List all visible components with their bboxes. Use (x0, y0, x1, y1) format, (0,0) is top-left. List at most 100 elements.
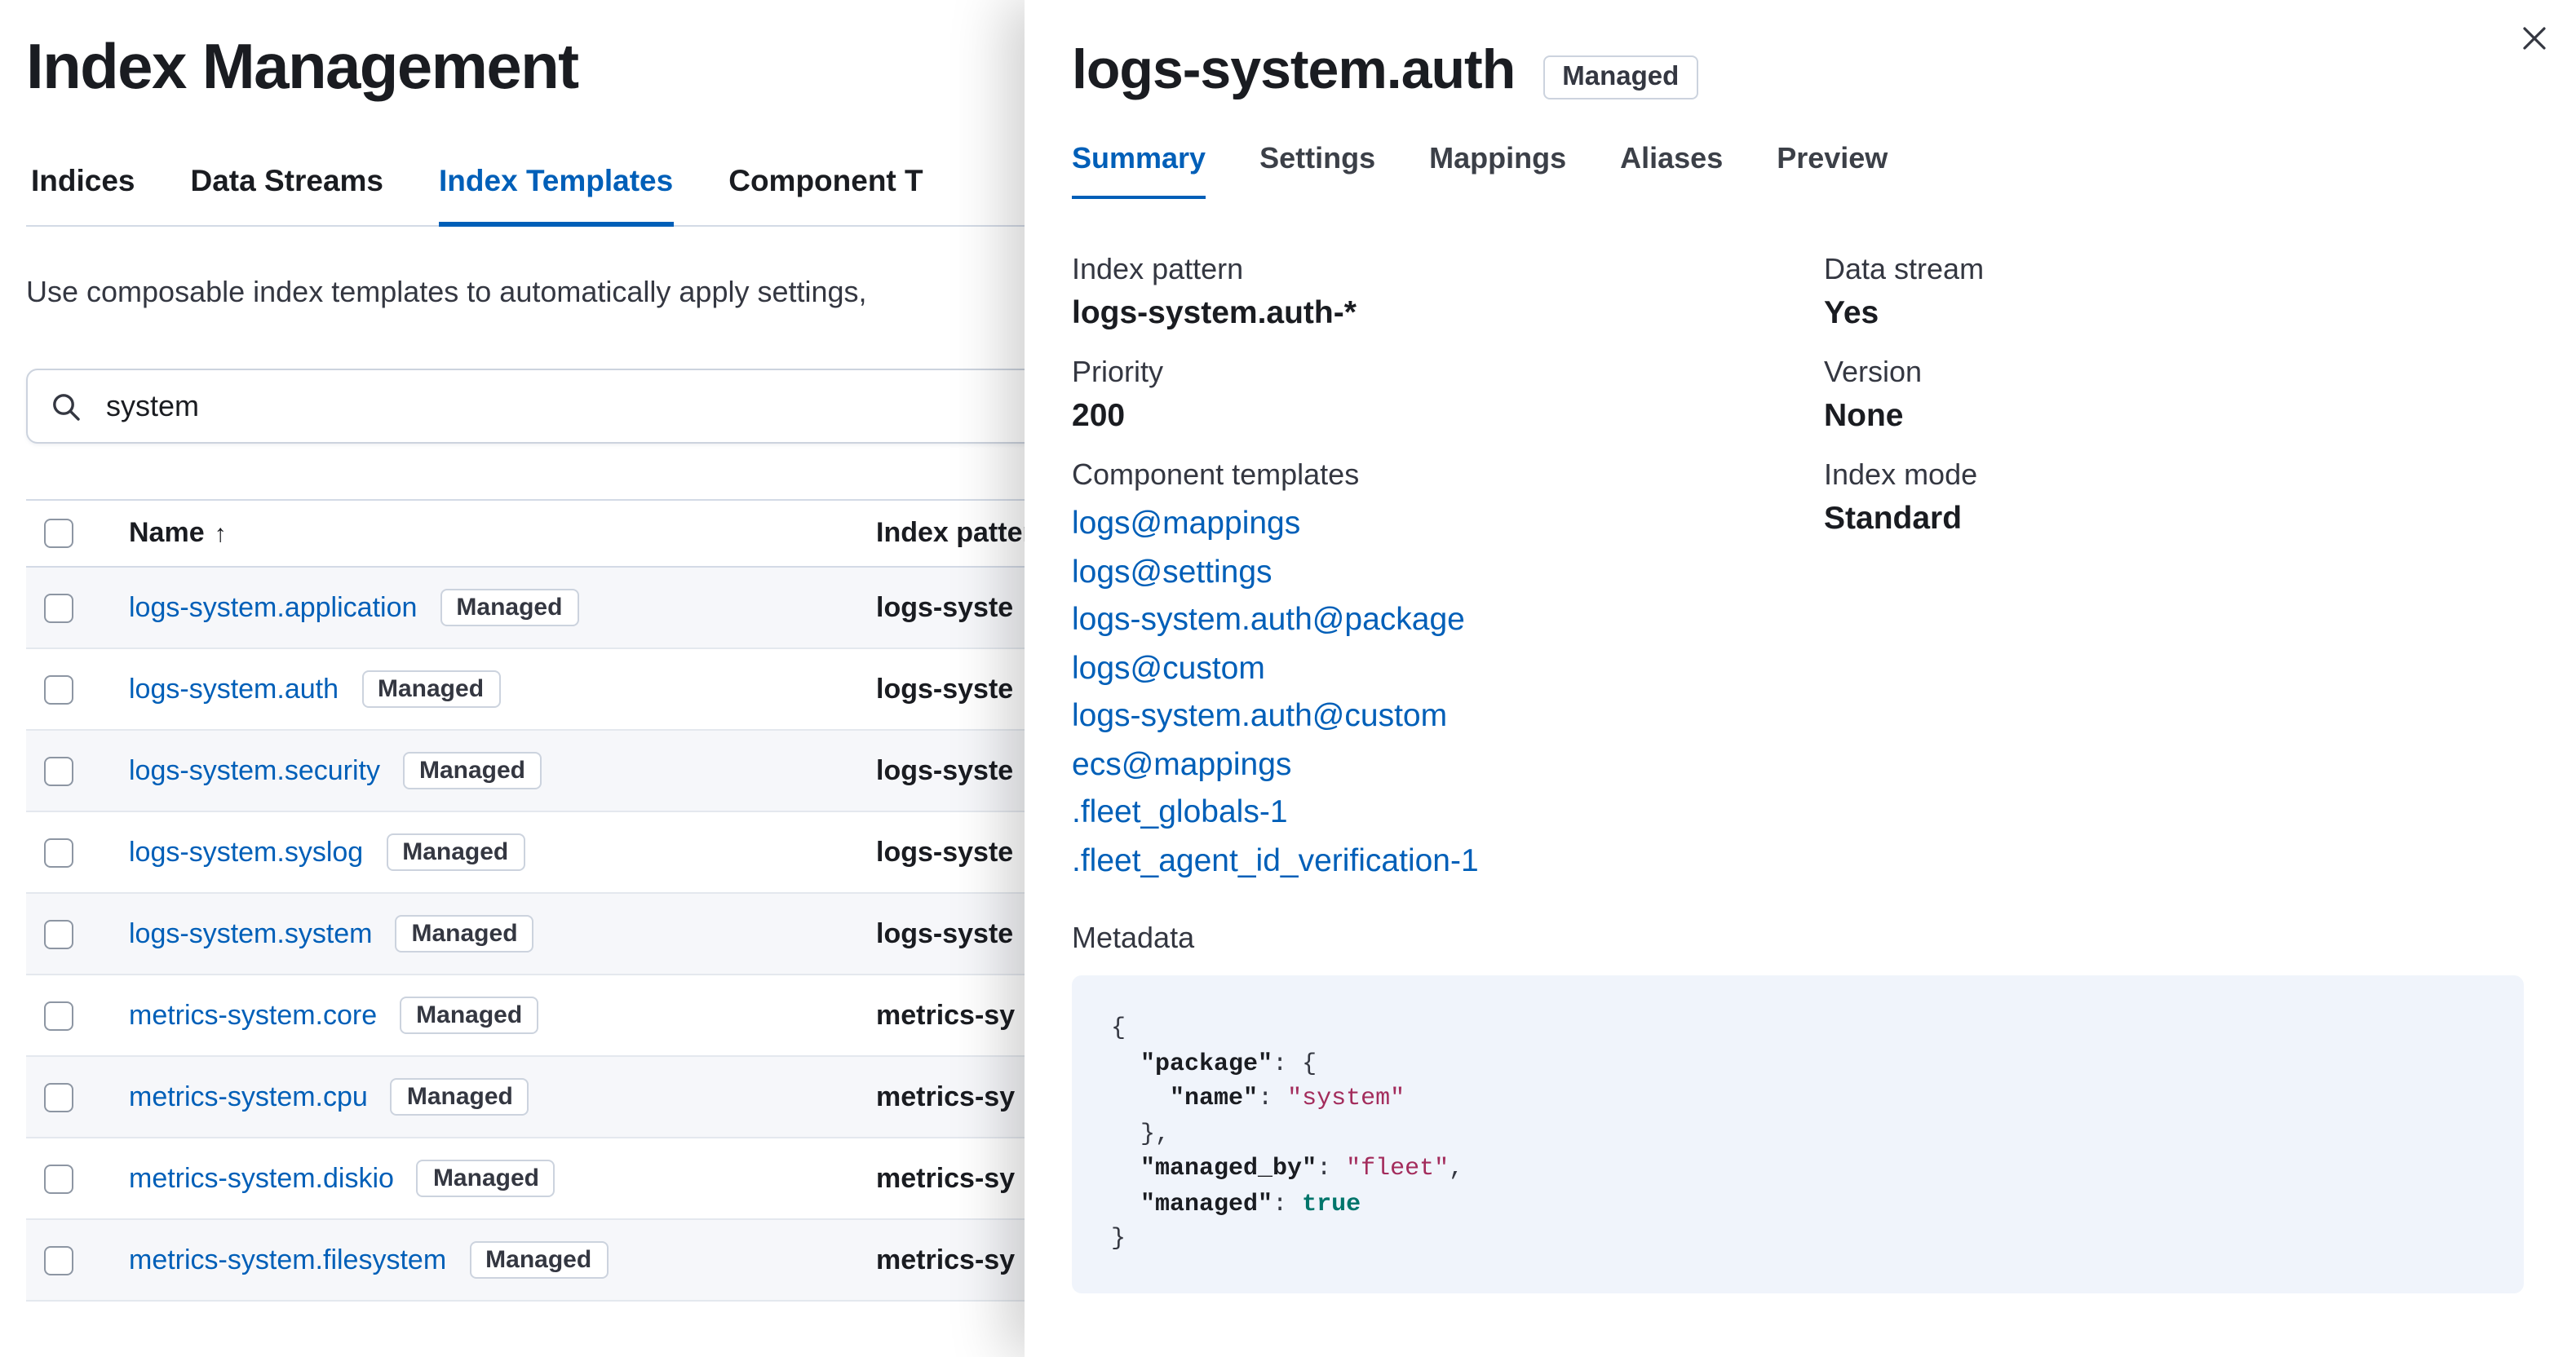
code-line: } (1111, 1222, 2485, 1257)
flyout-tabs: Summary Settings Mappings Aliases Previe… (1072, 142, 2524, 199)
tab-component-templates[interactable]: Component T (728, 163, 923, 225)
code-token: : (1317, 1155, 1347, 1182)
row-checkbox[interactable] (44, 1001, 73, 1030)
index-pattern-value: logs-system.auth-* (1072, 295, 1357, 331)
managed-badge: Managed (469, 1241, 609, 1279)
row-checkbox[interactable] (44, 674, 73, 704)
code-token: } (1111, 1225, 1126, 1253)
code-line: "managed_by": "fleet", (1111, 1151, 2485, 1187)
component-templates-field: Component templates logs@mappings logs@se… (1072, 458, 1824, 886)
priority-field: Priority 200 (1072, 356, 1824, 435)
code-token: : (1273, 1190, 1303, 1218)
index-management-screen: Index Management Indices Data Streams In… (0, 0, 2576, 1357)
priority-label: Priority (1072, 356, 1164, 388)
data-stream-value: Yes (1824, 295, 1879, 331)
template-name-link[interactable]: logs-system.auth (129, 673, 339, 705)
template-name-link[interactable]: metrics-system.diskio (129, 1162, 394, 1195)
summary-left-column: Index pattern logs-system.auth-* Priorit… (1072, 253, 1824, 908)
row-checkbox[interactable] (44, 1164, 73, 1193)
flyout-tab-summary[interactable]: Summary (1072, 142, 1206, 199)
index-mode-label: Index mode (1824, 458, 1978, 491)
flyout-tab-mappings[interactable]: Mappings (1429, 142, 1566, 199)
data-stream-label: Data stream (1824, 253, 1985, 285)
row-checkbox[interactable] (44, 1245, 73, 1275)
index-mode-value: Standard (1824, 501, 1963, 537)
managed-badge: Managed (440, 589, 579, 626)
template-details-flyout: logs-system.auth Managed Summary Setting… (1025, 0, 2576, 1357)
version-value: None (1824, 398, 1904, 434)
managed-badge: Managed (402, 752, 542, 789)
component-template-link[interactable]: logs@custom (1072, 645, 1824, 693)
row-checkbox[interactable] (44, 838, 73, 867)
flyout-title: logs-system.auth (1072, 39, 1516, 101)
code-token: "fleet" (1346, 1155, 1450, 1182)
flyout-tab-aliases[interactable]: Aliases (1620, 142, 1723, 199)
index-mode-field: Index mode Standard (1824, 458, 2524, 538)
code-token: "managed_by" (1140, 1155, 1317, 1182)
template-name-link[interactable]: metrics-system.filesystem (129, 1244, 446, 1276)
index-pattern-field: Index pattern logs-system.auth-* (1072, 253, 1824, 333)
tab-data-streams[interactable]: Data Streams (191, 163, 384, 225)
row-checkbox[interactable] (44, 919, 73, 948)
managed-badge: Managed (361, 670, 501, 708)
version-field: Version None (1824, 356, 2524, 435)
data-stream-field: Data stream Yes (1824, 253, 2524, 333)
managed-badge: Managed (400, 997, 539, 1034)
flyout-tab-preview[interactable]: Preview (1777, 142, 1888, 199)
code-line: "name": "system" (1111, 1081, 2485, 1116)
component-template-link[interactable]: logs-system.auth@package (1072, 597, 1824, 645)
code-line: { (1111, 1011, 2485, 1046)
component-template-link[interactable]: logs@settings (1072, 549, 1824, 597)
managed-badge: Managed (416, 1160, 555, 1197)
row-checkbox[interactable] (44, 593, 73, 622)
priority-value: 200 (1072, 398, 1126, 434)
index-patterns-column-header[interactable]: Index patter (876, 517, 1033, 548)
summary-right-column: Data stream Yes Version None Index mode … (1824, 253, 2524, 908)
template-name-link[interactable]: logs-system.application (129, 591, 417, 624)
row-checkbox[interactable] (44, 1082, 73, 1112)
code-token: "name" (1170, 1085, 1259, 1112)
row-checkbox[interactable] (44, 756, 73, 785)
code-line: "managed": true (1111, 1187, 2485, 1222)
tab-indices[interactable]: Indices (31, 163, 135, 225)
code-line: }, (1111, 1116, 2485, 1151)
template-name-link[interactable]: logs-system.syslog (129, 836, 363, 869)
code-token: "system" (1287, 1085, 1405, 1112)
metadata-label: Metadata (1072, 922, 1195, 954)
managed-badge: Managed (386, 833, 525, 871)
metadata-code-block: { "package": { "name": "system" }, "mana… (1072, 975, 2524, 1293)
template-name-link[interactable]: metrics-system.core (129, 999, 377, 1032)
metadata-section: Metadata { "package": { "name": "system"… (1072, 922, 2524, 1293)
component-template-link[interactable]: .fleet_agent_id_verification-1 (1072, 838, 1824, 886)
tab-index-templates[interactable]: Index Templates (439, 163, 674, 227)
version-label: Version (1824, 356, 1923, 388)
component-template-link[interactable]: logs@mappings (1072, 501, 1824, 549)
component-template-link[interactable]: ecs@mappings (1072, 741, 1824, 789)
component-templates-label: Component templates (1072, 458, 1360, 491)
code-token: }, (1111, 1120, 1171, 1147)
template-name-link[interactable]: logs-system.system (129, 917, 373, 950)
component-template-links: logs@mappings logs@settings logs-system.au… (1072, 501, 1824, 886)
close-icon[interactable] (2512, 16, 2556, 60)
code-token: : { (1273, 1050, 1317, 1077)
code-token: { (1111, 1014, 1126, 1042)
component-template-link[interactable]: .fleet_globals-1 (1072, 789, 1824, 838)
code-token: "managed" (1140, 1190, 1273, 1218)
managed-badge: Managed (1543, 55, 1699, 99)
sort-ascending-icon: ↑ (214, 519, 227, 547)
flyout-tab-settings[interactable]: Settings (1259, 142, 1375, 199)
flyout-header: logs-system.auth Managed (1072, 39, 2524, 103)
name-column-header[interactable]: Name (129, 517, 205, 550)
template-name-link[interactable]: metrics-system.cpu (129, 1081, 368, 1113)
code-token: "package" (1140, 1050, 1273, 1077)
component-template-link[interactable]: logs-system.auth@custom (1072, 693, 1824, 741)
managed-badge: Managed (395, 915, 534, 953)
code-line: "package": { (1111, 1046, 2485, 1081)
select-all-checkbox[interactable] (44, 519, 73, 548)
template-name-link[interactable]: logs-system.security (129, 754, 380, 787)
summary-panel: Index pattern logs-system.auth-* Priorit… (1072, 253, 2524, 908)
